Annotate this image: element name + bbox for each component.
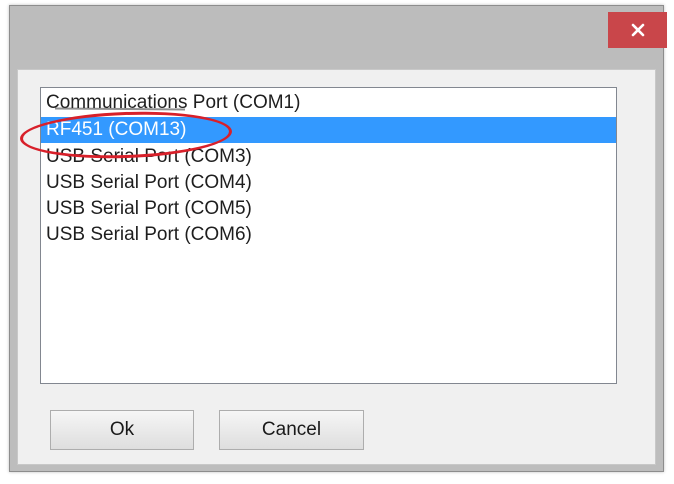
ok-button[interactable]: Ok <box>50 410 194 450</box>
list-item-com13[interactable]: RF451 (COM13) <box>41 117 616 143</box>
port-listbox[interactable]: Communications Port (COM1) RF451 (COM13)… <box>40 87 617 384</box>
close-icon <box>631 23 644 37</box>
cancel-button[interactable]: Cancel <box>219 410 364 450</box>
list-item-com6[interactable]: USB Serial Port (COM6) <box>41 222 616 248</box>
title-bar[interactable] <box>10 6 667 60</box>
list-item-com5[interactable]: USB Serial Port (COM5) <box>41 196 616 222</box>
scribble-mark <box>54 107 186 115</box>
list-item-com4[interactable]: USB Serial Port (COM4) <box>41 170 616 196</box>
close-button[interactable] <box>608 12 667 48</box>
list-item-com3[interactable]: USB Serial Port (COM3) <box>41 144 616 170</box>
